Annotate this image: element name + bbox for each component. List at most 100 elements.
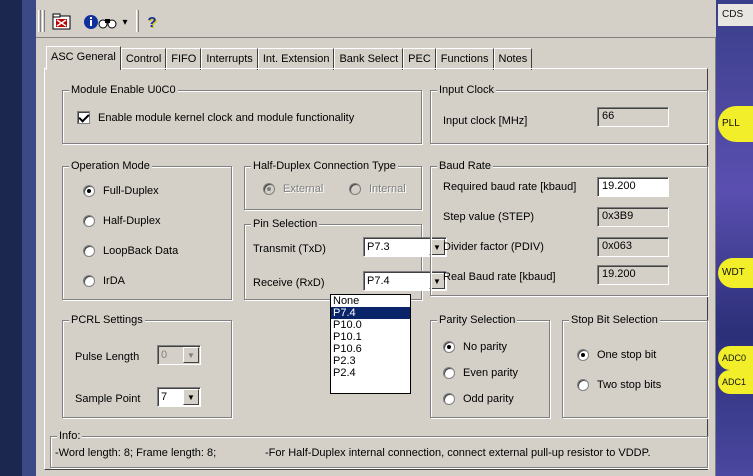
side-block-wdt[interactable]: WDT (718, 258, 753, 288)
radio-odd-parity[interactable]: Odd parity (443, 393, 514, 405)
folder-red-icon[interactable] (50, 12, 74, 32)
chevron-down-icon[interactable]: ▼ (183, 347, 199, 363)
radio-dot[interactable] (349, 183, 361, 195)
real-baud-label: Real Baud rate [kbaud] (443, 271, 556, 283)
radio-dot[interactable] (83, 185, 95, 197)
tab-control[interactable]: Control (120, 48, 167, 70)
input-clock-field: 66 (597, 107, 669, 127)
dropdown-option-p10-6[interactable]: P10.6 (331, 343, 410, 355)
module-enable-group: Module Enable U0C0 Enable module kernel … (62, 83, 422, 144)
radio-loopback-data[interactable]: LoopBack Data (83, 245, 178, 257)
background-strip (0, 0, 22, 476)
radio-label: Two stop bits (597, 379, 662, 391)
required-baud-input[interactable]: 19.200 (597, 177, 669, 197)
toolbar-grip (42, 10, 45, 32)
radio-label: LoopBack Data (103, 245, 179, 257)
toolbar-grip (38, 10, 41, 32)
radio-dot[interactable] (83, 245, 95, 257)
radio-dot[interactable] (83, 275, 95, 287)
radio-dot[interactable] (83, 215, 95, 227)
chevron-down-icon[interactable]: ▼ (183, 389, 199, 405)
radio-label: Internal (369, 183, 406, 195)
divider-factor-label: Divider factor (PDIV) (443, 241, 544, 253)
radio-no-parity[interactable]: No parity (443, 341, 507, 353)
radio-label: External (283, 183, 324, 195)
dropdown-option-p7-4[interactable]: P7.4 (331, 307, 410, 319)
pcrl-settings-group: PCRL Settings Pulse Length 0 ▼ Sample Po… (62, 313, 232, 418)
chevron-down-icon[interactable]: ▾ (120, 12, 130, 32)
radio-one-stop-bit[interactable]: One stop bit (577, 349, 656, 361)
select-value: 0 (161, 349, 168, 361)
select-value: 7 (161, 391, 168, 403)
dropdown-option-p2-3[interactable]: P2.3 (331, 355, 410, 367)
side-block-adc0[interactable]: ADC0 (718, 346, 753, 370)
group-title: Baud Rate (437, 159, 493, 173)
half-duplex-type-group: Half-Duplex Connection Type External Int… (244, 159, 422, 210)
receive-dropdown-list[interactable]: None P7.4 P10.0 P10.1 P10.6 P2.3 P2.4 (330, 294, 411, 394)
side-block-cds[interactable]: CDS (718, 4, 753, 26)
toolbar-separator (136, 10, 139, 32)
dropdown-option-p10-1[interactable]: P10.1 (331, 331, 410, 343)
radio-full-duplex[interactable]: Full-Duplex (83, 185, 159, 197)
radio-label: Odd parity (463, 393, 514, 405)
group-title: Half-Duplex Connection Type (251, 159, 398, 173)
tab-functions[interactable]: Functions (435, 48, 494, 70)
group-title: PCRL Settings (69, 313, 145, 327)
radio-dot[interactable] (577, 349, 589, 361)
group-title: Input Clock (437, 83, 497, 97)
radio-half-duplex[interactable]: Half-Duplex (83, 215, 160, 227)
baud-rate-group: Baud Rate Required baud rate [kbaud] 19.… (430, 159, 708, 296)
info-half-duplex-note: -For Half-Duplex internal connection, co… (265, 447, 651, 459)
dropdown-option-p10-0[interactable]: P10.0 (331, 319, 410, 331)
dropdown-option-none[interactable]: None (331, 295, 410, 307)
select-value: P7.4 (367, 275, 390, 287)
radio-external[interactable]: External (263, 183, 323, 195)
radio-even-parity[interactable]: Even parity (443, 367, 518, 379)
pulse-length-select[interactable]: 0 ▼ (157, 345, 201, 365)
select-value: P7.3 (367, 241, 390, 253)
side-block-pll[interactable]: PLL (718, 106, 753, 142)
sample-point-select[interactable]: 7 ▼ (157, 387, 201, 407)
info-group: Info: -Word length: 8; Frame length: 8; … (50, 429, 708, 468)
radio-dot[interactable] (443, 393, 455, 405)
enable-module-checkbox[interactable]: Enable module kernel clock and module fu… (77, 111, 354, 124)
radio-internal[interactable]: Internal (349, 183, 406, 195)
asc-config-dialog: ▾ ? ASC General Control FIFO Interrupts … (36, 0, 716, 476)
input-clock-group: Input Clock Input clock [MHz] 66 (430, 83, 708, 144)
divider-factor-field: 0x063 (597, 237, 669, 257)
radio-label: One stop bit (597, 349, 657, 361)
info-word-length: -Word length: 8; Frame length: 8; (55, 447, 217, 459)
radio-two-stop-bits[interactable]: Two stop bits (577, 379, 661, 391)
radio-irda[interactable]: IrDA (83, 275, 125, 287)
checkbox-label: Enable module kernel clock and module fu… (98, 111, 355, 124)
tab-notes[interactable]: Notes (493, 48, 533, 70)
radio-dot[interactable] (443, 341, 455, 353)
tab-fifo[interactable]: FIFO (166, 48, 202, 70)
side-block-adc1[interactable]: ADC1 (718, 370, 753, 394)
stop-bit-selection-group: Stop Bit Selection One stop bit Two stop… (562, 313, 708, 418)
radio-label: IrDA (103, 275, 125, 287)
tab-interrupts[interactable]: Interrupts (201, 48, 258, 70)
radio-label: No parity (463, 341, 508, 353)
help-icon[interactable]: ? (144, 12, 160, 32)
tab-bar: ASC General Control FIFO Interrupts Int.… (46, 46, 533, 70)
info-binoculars-icon[interactable] (82, 12, 118, 32)
group-title: Operation Mode (69, 159, 152, 173)
checkbox-box[interactable] (77, 111, 90, 124)
radio-dot[interactable] (443, 367, 455, 379)
background-diagram (716, 0, 753, 476)
radio-dot[interactable] (263, 183, 275, 195)
required-baud-label: Required baud rate [kbaud] (443, 181, 577, 193)
tab-pec[interactable]: PEC (403, 48, 436, 70)
radio-label: Half-Duplex (103, 215, 161, 227)
dropdown-option-p2-4[interactable]: P2.4 (331, 367, 410, 379)
input-clock-label: Input clock [MHz] (443, 115, 528, 127)
toolbar: ▾ ? (36, 0, 716, 38)
tab-asc-general[interactable]: ASC General (46, 46, 121, 70)
tab-bank-select[interactable]: Bank Select (334, 48, 404, 70)
tab-int-extension[interactable]: Int. Extension (257, 48, 335, 70)
operation-mode-group: Operation Mode Full-Duplex Half-Duplex L… (62, 159, 232, 300)
radio-dot[interactable] (577, 379, 589, 391)
pulse-length-label: Pulse Length (75, 351, 140, 363)
real-baud-field: 19.200 (597, 265, 669, 285)
